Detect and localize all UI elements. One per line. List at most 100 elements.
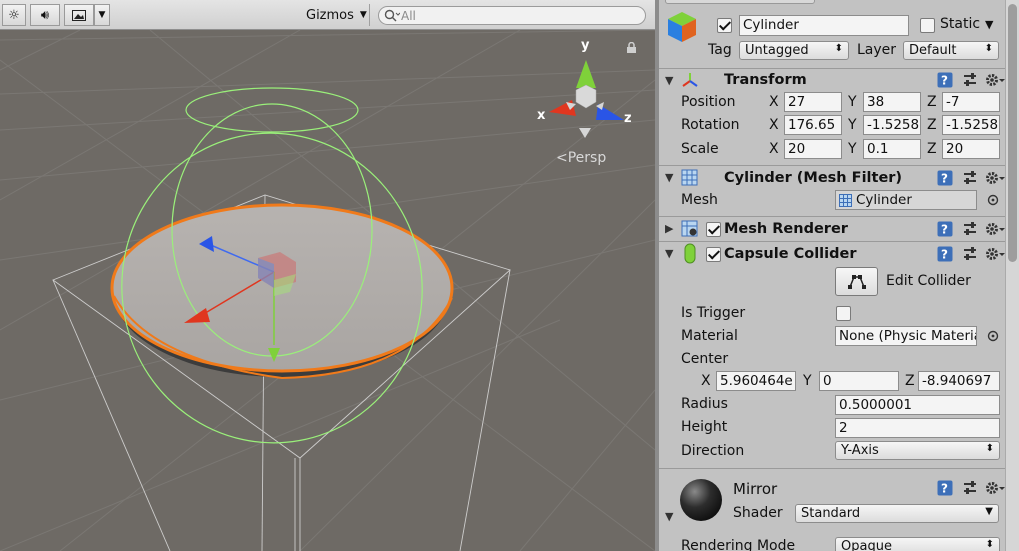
radius-label: Radius bbox=[681, 396, 728, 412]
scale-z-field[interactable]: 20 bbox=[942, 139, 1000, 159]
height-label: Height bbox=[681, 419, 728, 435]
x-axis-label: X bbox=[769, 117, 779, 133]
inspector-panel: Cylinder Static ▼ Tag Untagged ⬍ Layer De… bbox=[655, 0, 1019, 551]
svg-text:?: ? bbox=[941, 223, 948, 237]
foldout-expanded-icon[interactable]: ▼ bbox=[665, 247, 673, 260]
tag-dropdown[interactable]: Untagged ⬍ bbox=[739, 41, 849, 60]
component-header-icons: ? bbox=[937, 170, 1007, 188]
help-icon[interactable]: ? bbox=[937, 170, 953, 186]
rotation-y-field[interactable]: -1.5258 bbox=[863, 115, 921, 135]
dropdown-arrow-icon: ⬍ bbox=[834, 43, 843, 54]
center-x-field[interactable]: 5.960464e bbox=[716, 371, 796, 391]
inspector-scrollbar[interactable] bbox=[1005, 0, 1019, 551]
help-icon[interactable]: ? bbox=[937, 72, 953, 88]
active-checkbox[interactable] bbox=[717, 18, 732, 33]
shader-dropdown[interactable]: Standard ▼ bbox=[795, 504, 999, 523]
object-picker-icon[interactable] bbox=[987, 194, 999, 206]
rotation-x-field[interactable]: 176.65 bbox=[784, 115, 842, 135]
transform-header[interactable]: ▼ Transform ? bbox=[659, 68, 1009, 92]
foldout-expanded-icon[interactable]: ▼ bbox=[665, 510, 673, 523]
component-header-icons: ? bbox=[937, 72, 1007, 90]
rotation-z-field[interactable]: -1.5258 bbox=[942, 115, 1000, 135]
gear-icon[interactable] bbox=[985, 221, 1005, 237]
material-preview-sphere[interactable] bbox=[679, 478, 723, 522]
mesh-label: Mesh bbox=[681, 192, 718, 208]
foldout-expanded-icon[interactable]: ▼ bbox=[665, 74, 673, 87]
component-header-icons: ? bbox=[937, 480, 1007, 498]
preset-icon[interactable] bbox=[962, 170, 978, 186]
static-checkbox[interactable] bbox=[920, 18, 935, 33]
scene-viewport[interactable]: y x z bbox=[0, 30, 655, 551]
preset-icon[interactable] bbox=[962, 72, 978, 88]
position-x-field[interactable]: 27 bbox=[784, 92, 842, 112]
svg-text:?: ? bbox=[941, 482, 948, 496]
scale-x-field[interactable]: 20 bbox=[784, 139, 842, 159]
layer-dropdown[interactable]: Default ⬍ bbox=[903, 41, 999, 60]
scene-view[interactable]: ☼ 🔊︎ ▼ Gizmos ▼ All y x z <Persp bbox=[0, 0, 655, 551]
center-label: Center bbox=[681, 351, 729, 367]
z-axis-label: Z bbox=[927, 141, 937, 157]
edit-collider-icon bbox=[848, 275, 866, 289]
help-icon[interactable]: ? bbox=[937, 221, 953, 237]
search-input[interactable] bbox=[401, 8, 641, 23]
preset-icon[interactable] bbox=[962, 246, 978, 262]
effects-dropdown-button[interactable]: ▼ bbox=[94, 4, 110, 26]
physic-material-field[interactable]: None (Physic Material) bbox=[835, 326, 977, 346]
foldout-collapsed-icon[interactable]: ▶ bbox=[665, 222, 673, 235]
rendering-mode-dropdown[interactable]: Opaque ⬍ bbox=[835, 537, 1000, 551]
mesh-filter-icon bbox=[681, 169, 698, 186]
foldout-expanded-icon[interactable]: ▼ bbox=[665, 171, 673, 184]
scale-y-field[interactable]: 0.1 bbox=[863, 139, 921, 159]
svg-text:?: ? bbox=[941, 172, 948, 186]
gear-icon[interactable] bbox=[985, 170, 1005, 186]
mesh-renderer-enabled-checkbox[interactable] bbox=[706, 222, 721, 237]
scene-toolbar: ☼ 🔊︎ ▼ Gizmos ▼ bbox=[0, 0, 655, 30]
gear-icon[interactable] bbox=[985, 246, 1005, 262]
height-field[interactable]: 2 bbox=[835, 418, 1000, 438]
y-axis-label: y bbox=[581, 38, 590, 53]
object-picker-icon[interactable] bbox=[987, 330, 999, 342]
search-field[interactable] bbox=[378, 6, 646, 25]
position-z-field[interactable]: -7 bbox=[942, 92, 1000, 112]
help-icon[interactable]: ? bbox=[937, 246, 953, 262]
mesh-object-field[interactable]: Cylinder bbox=[835, 190, 977, 210]
z-axis-label: Z bbox=[927, 117, 937, 133]
is-trigger-checkbox[interactable] bbox=[836, 306, 851, 321]
radius-field[interactable]: 0.5000001 bbox=[835, 395, 1000, 415]
help-icon[interactable]: ? bbox=[937, 480, 953, 496]
lock-icon[interactable] bbox=[626, 42, 637, 54]
preset-icon[interactable] bbox=[962, 221, 978, 237]
mesh-renderer-icon bbox=[681, 220, 698, 237]
projection-toggle[interactable]: <Persp bbox=[556, 150, 606, 166]
capsule-collider-header[interactable]: ▼ Capsule Collider ? bbox=[659, 241, 1009, 265]
rendering-mode-value: Opaque bbox=[841, 539, 892, 551]
edit-collider-button[interactable] bbox=[835, 267, 878, 296]
y-axis-label: Y bbox=[803, 373, 812, 389]
y-axis-label: Y bbox=[848, 94, 857, 110]
gear-icon[interactable] bbox=[985, 72, 1005, 88]
center-y-field[interactable]: 0 bbox=[819, 371, 899, 391]
object-name-field[interactable]: Cylinder bbox=[739, 15, 909, 36]
scrollbar-thumb[interactable] bbox=[1008, 4, 1017, 262]
mesh-filter-header[interactable]: ▼ Cylinder (Mesh Filter) ? bbox=[659, 165, 1009, 189]
mesh-value: Cylinder bbox=[856, 192, 912, 208]
edit-collider-label: Edit Collider bbox=[886, 273, 971, 289]
light-toggle-button[interactable]: ☼ bbox=[2, 4, 26, 26]
gizmos-dropdown[interactable]: Gizmos ▼ bbox=[300, 4, 370, 26]
mesh-renderer-header[interactable]: ▶ Mesh Renderer ? bbox=[659, 216, 1009, 240]
effects-toggle-button[interactable] bbox=[64, 4, 94, 26]
direction-dropdown[interactable]: Y-Axis ⬍ bbox=[835, 441, 1000, 460]
position-y-field[interactable]: 38 bbox=[863, 92, 921, 112]
static-dropdown-icon[interactable]: ▼ bbox=[985, 18, 993, 31]
center-z-field[interactable]: -8.940697 bbox=[918, 371, 1000, 391]
preset-icon[interactable] bbox=[962, 480, 978, 496]
audio-toggle-button[interactable]: 🔊︎ bbox=[30, 4, 60, 26]
chevron-down-icon: ▼ bbox=[985, 506, 993, 517]
capsule-collider-enabled-checkbox[interactable] bbox=[706, 247, 721, 262]
layer-value: Default bbox=[909, 43, 957, 58]
light-icon: ☼ bbox=[8, 7, 20, 23]
gear-icon[interactable] bbox=[985, 480, 1005, 496]
direction-label: Direction bbox=[681, 443, 745, 459]
inspector-tab[interactable] bbox=[665, 0, 815, 4]
gizmos-label: Gizmos bbox=[306, 7, 354, 23]
